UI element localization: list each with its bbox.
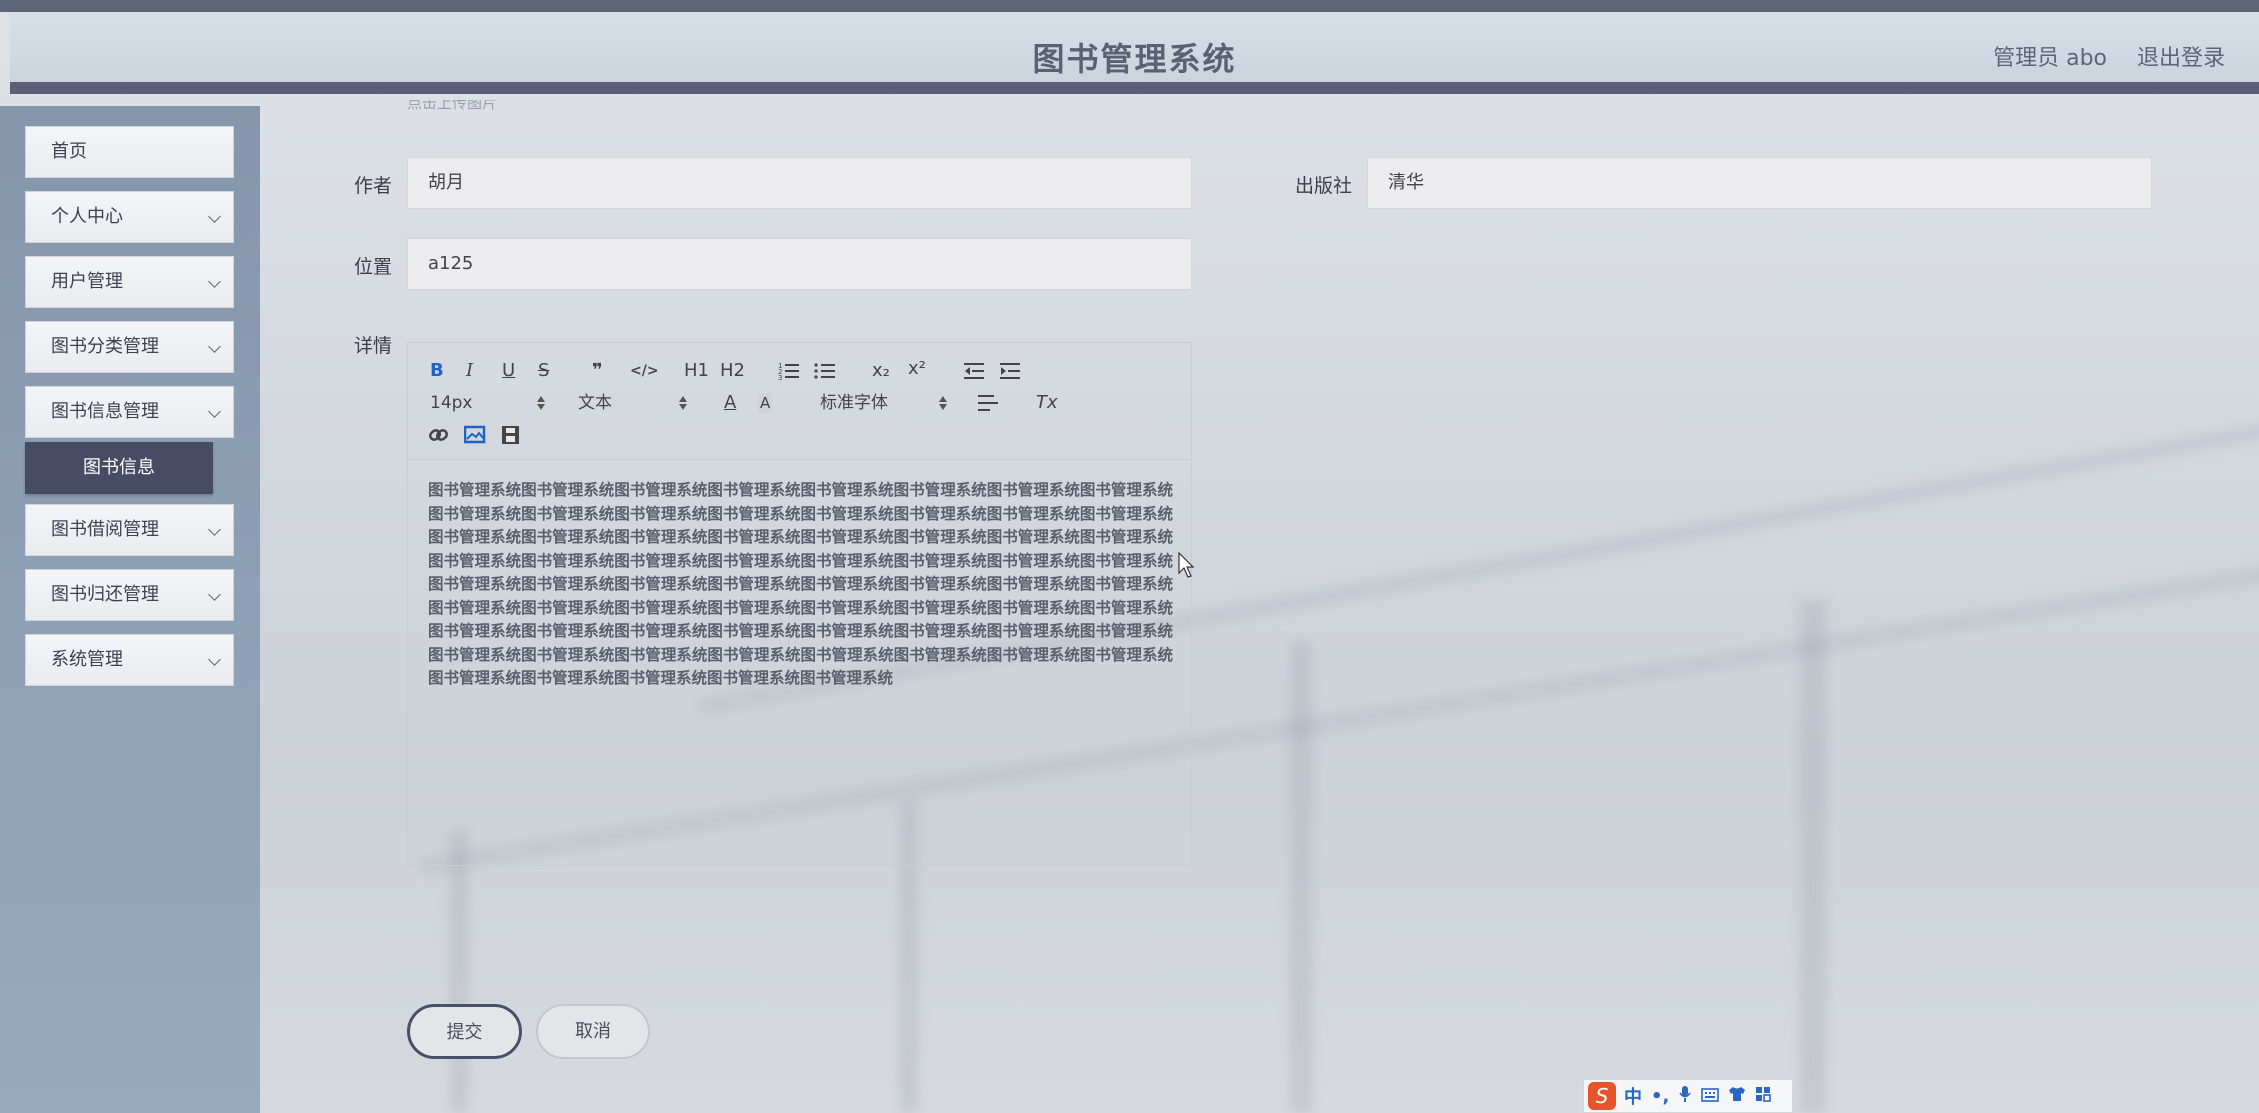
font-family-value: 标准字体 [820,393,888,413]
sidebar-item-book-return[interactable]: 图书归还管理 [25,569,234,621]
sidebar-item-label: 图书借阅管理 [51,519,159,540]
toolbox-icon[interactable] [1755,1086,1772,1107]
sidebar-item-home[interactable]: 首页 [25,126,234,178]
background-color-icon[interactable]: A [758,393,773,413]
indent-icon[interactable] [1000,361,1022,386]
select-arrows-icon [678,395,688,411]
skin-icon[interactable] [1728,1086,1746,1107]
publisher-input[interactable]: 清华 [1367,157,2152,209]
heading2-button[interactable]: H2 [720,361,745,381]
sidebar-item-user-management[interactable]: 用户管理 [25,256,234,308]
ordered-list-icon[interactable]: 123 [778,361,800,386]
location-label: 位置 [354,256,393,278]
current-user-label: 管理员 abo [1993,46,2107,71]
rich-text-editor: B I U S ❞ </> H1 H2 123 x₂ x² 14px 文本 A … [407,342,1192,866]
mouse-cursor-icon [1178,552,1194,578]
chevron-down-icon [208,210,221,223]
chevron-down-icon [208,340,221,353]
editor-toolbar: B I U S ❞ </> H1 H2 123 x₂ x² 14px 文本 A … [408,343,1191,460]
underline-button[interactable]: U [502,361,515,381]
font-color-icon[interactable]: A [724,393,736,413]
logout-link[interactable]: 退出登录 [2137,40,2225,72]
clean-format-button[interactable]: Tx [1036,393,1058,413]
font-size-value: 14px [430,393,473,413]
ime-mode-toggle[interactable]: 中 [1624,1083,1642,1109]
sidebar-item-label: 图书分类管理 [51,336,159,357]
link-icon[interactable] [428,425,450,450]
sidebar-item-label: 用户管理 [51,271,123,292]
submit-button[interactable]: 提交 [407,1004,522,1059]
select-arrows-icon [938,395,948,411]
sidebar-item-label: 系统管理 [51,649,123,670]
sidebar: 首页 个人中心 用户管理 图书分类管理 图书信息管理 图书信息 图书借阅管理 图… [0,106,260,1113]
upload-image-hint: 点击上传图片 [407,100,498,110]
author-label: 作者 [354,175,393,197]
author-input[interactable]: 胡月 [407,157,1192,209]
editor-content[interactable]: 图书管理系统图书管理系统图书管理系统图书管理系统图书管理系统图书管理系统图书管理… [428,479,1173,691]
sidebar-item-label: 图书信息管理 [51,401,159,422]
chevron-down-icon [208,653,221,666]
align-icon[interactable] [978,393,1000,418]
subscript-button[interactable]: x₂ [872,361,890,381]
sidebar-item-book-borrow[interactable]: 图书借阅管理 [25,504,234,556]
outdent-icon[interactable] [964,361,986,386]
font-family-select[interactable]: 标准字体 [820,393,948,413]
sogou-logo-icon[interactable]: S [1588,1082,1616,1110]
microphone-icon[interactable] [1678,1085,1692,1108]
sidebar-item-label: 个人中心 [51,206,123,227]
heading1-button[interactable]: H1 [684,361,709,381]
sidebar-item-label: 首页 [51,141,87,162]
header-select-value: 文本 [578,393,612,413]
location-input[interactable]: a125 [407,238,1192,290]
keyboard-icon[interactable] [1701,1086,1720,1107]
sidebar-item-book-category[interactable]: 图书分类管理 [25,321,234,373]
video-icon[interactable] [500,425,522,450]
code-block-button[interactable]: </> [630,361,659,381]
italic-button[interactable]: I [466,361,473,381]
top-accent-bar [0,0,2259,12]
chevron-up-icon [208,405,221,418]
ime-punctuation-toggle[interactable]: •, [1651,1086,1669,1107]
header-bar: 图书管理系统 管理员 abo 退出登录 [10,12,2259,94]
publisher-label: 出版社 [1295,175,1353,197]
sidebar-subitem-book-info[interactable]: 图书信息 [25,442,213,494]
select-arrows-icon [536,395,546,411]
bullet-list-icon[interactable] [814,361,836,386]
app-title: 图书管理系统 [1032,40,1237,78]
sidebar-item-system[interactable]: 系统管理 [25,634,234,686]
svg-text:3: 3 [778,374,782,381]
strikethrough-button[interactable]: S [538,361,549,381]
bold-button[interactable]: B [430,361,444,381]
cancel-button[interactable]: 取消 [536,1004,650,1059]
sidebar-item-book-info[interactable]: 图书信息管理 [25,386,234,438]
sidebar-item-label: 图书归还管理 [51,584,159,605]
sidebar-item-personal-center[interactable]: 个人中心 [25,191,234,243]
header-select[interactable]: 文本 [578,393,688,413]
superscript-button[interactable]: x² [908,359,926,379]
font-size-select[interactable]: 14px [430,393,546,413]
ime-toolbar: S 中 •, [1583,1079,1793,1113]
chevron-down-icon [208,588,221,601]
detail-label: 详情 [354,335,393,357]
image-icon[interactable] [463,425,486,450]
chevron-down-icon [208,523,221,536]
blockquote-button[interactable]: ❞ [592,361,603,381]
chevron-down-icon [208,275,221,288]
